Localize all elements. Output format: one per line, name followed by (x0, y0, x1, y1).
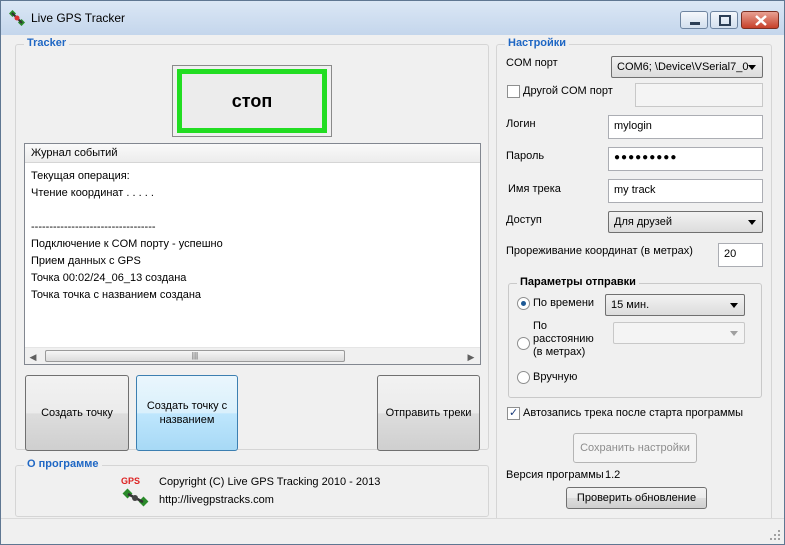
thinning-label: Прореживание координат (в метрах) (506, 245, 693, 257)
scrollbar-thumb[interactable]: ||| (45, 350, 345, 362)
access-select[interactable]: Для друзей (608, 211, 763, 233)
about-group: О программе GPS Copyright (C) Live GPS T… (15, 458, 489, 517)
copyright-text: Copyright (C) Live GPS Tracking 2010 - 2… (159, 476, 381, 488)
by-distance-label: По расстоянию (в метрах) (533, 320, 594, 358)
access-label: Доступ (506, 214, 542, 226)
version-label: Версия программы (506, 469, 604, 481)
tracker-group: Tracker стоп Журнал событий Текущая опер… (15, 37, 489, 451)
status-bar (1, 518, 784, 544)
log-line: Чтение координат . . . . . (31, 187, 154, 199)
chevron-down-icon (730, 303, 738, 308)
close-icon (755, 15, 767, 26)
login-label: Логин (506, 118, 536, 130)
log-line: ---------------------------------- (31, 221, 156, 233)
log-line: Прием данных с GPS (31, 255, 141, 267)
website-link[interactable]: http://livegpstracks.com (159, 494, 274, 506)
autostart-checkbox[interactable] (507, 406, 520, 420)
thinning-input[interactable]: 20 (718, 243, 763, 267)
track-name-label: Имя трека (508, 183, 561, 195)
create-point-button[interactable]: Создать точку (25, 375, 129, 451)
send-tracks-button[interactable]: Отправить треки (377, 375, 480, 451)
manual-label: Вручную (533, 371, 578, 383)
other-com-label: Другой COM порт (523, 85, 613, 97)
manual-radio[interactable] (517, 371, 530, 384)
track-name-input[interactable]: my track (608, 179, 763, 203)
com-port-value: COM6; \Device\VSerial7_0 (617, 61, 749, 73)
password-label: Пароль (506, 150, 545, 162)
other-com-checkbox[interactable] (507, 85, 520, 98)
com-port-label: COM порт (506, 57, 558, 69)
by-time-select[interactable]: 15 мин. (605, 294, 745, 316)
minimize-icon (690, 22, 700, 25)
by-time-label: По времени (533, 297, 595, 309)
maximize-button[interactable] (710, 11, 738, 29)
close-button[interactable] (741, 11, 779, 29)
maximize-icon (719, 15, 731, 26)
chevron-down-icon (730, 331, 738, 336)
window-title: Live GPS Tracker (31, 11, 126, 25)
gps-logo-icon: GPS (121, 476, 149, 507)
log-line: Подключение к COM порту - успешно (31, 238, 223, 250)
by-time-value: 15 мин. (611, 299, 650, 311)
check-update-button[interactable]: Проверить обновление (566, 487, 707, 509)
client-area: Tracker стоп Журнал событий Текущая опер… (9, 35, 778, 538)
autostart-label: Автозапись трека после старта программы (523, 407, 744, 419)
password-input[interactable]: ●●●●●●●●● (608, 147, 763, 171)
send-params-group: Параметры отправки По времени 15 мин. По… (508, 276, 762, 398)
log-line: Точка точка с названием создана (31, 289, 202, 301)
horizontal-scrollbar[interactable]: ◀ ||| ▶ (25, 347, 480, 364)
login-input[interactable]: mylogin (608, 115, 763, 139)
satellite-icon (9, 10, 25, 26)
access-value: Для друзей (614, 216, 672, 228)
by-distance-radio[interactable] (517, 337, 530, 350)
title-bar[interactable]: Live GPS Tracker (1, 1, 784, 35)
log-line: Текущая операция: (31, 170, 130, 182)
stop-button-label: стоп (177, 69, 327, 133)
stop-button[interactable]: стоп (172, 65, 332, 137)
settings-group-title: Настройки (505, 37, 570, 49)
com-port-select[interactable]: COM6; \Device\VSerial7_0 (611, 56, 763, 78)
log-line: Точка 00:02/24_06_13 создана (31, 272, 187, 284)
version-value: 1.2 (605, 469, 621, 481)
event-log[interactable]: Журнал событий Текущая операция: Чтение … (24, 143, 481, 365)
about-group-title: О программе (24, 458, 102, 470)
resize-grip-icon[interactable] (769, 529, 781, 541)
minimize-button[interactable] (680, 11, 708, 29)
save-settings-button[interactable]: Сохранить настройки (573, 433, 697, 463)
chevron-down-icon (748, 65, 756, 70)
other-com-input[interactable] (635, 83, 763, 107)
tracker-group-title: Tracker (24, 37, 70, 49)
main-window: Live GPS Tracker Tracker стоп Журнал соб… (0, 0, 785, 545)
event-log-lines: Текущая операция: Чтение координат . . .… (31, 168, 476, 304)
by-time-radio[interactable] (517, 297, 530, 310)
svg-text:GPS: GPS (121, 476, 140, 486)
create-named-point-button[interactable]: Создать точку с названием (136, 375, 238, 451)
send-params-title: Параметры отправки (517, 276, 639, 288)
scroll-right-icon[interactable]: ▶ (465, 351, 477, 363)
scroll-left-icon[interactable]: ◀ (27, 351, 39, 363)
settings-group: Настройки COM порт COM6; \Device\VSerial… (496, 37, 772, 528)
chevron-down-icon (748, 220, 756, 225)
by-distance-select[interactable] (613, 322, 745, 344)
event-log-header: Журнал событий (25, 144, 480, 163)
